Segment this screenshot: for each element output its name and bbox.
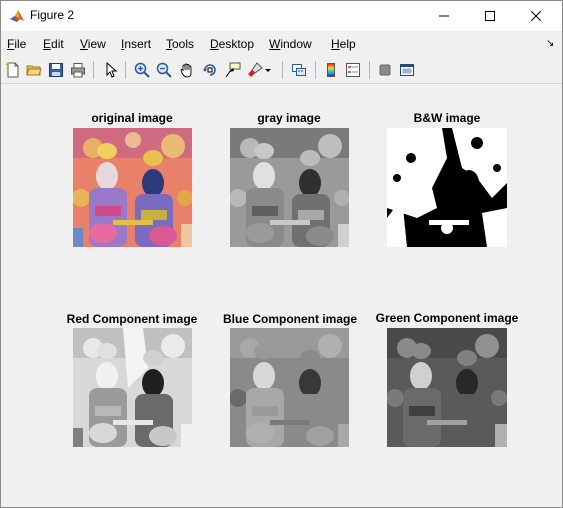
dock-arrow-icon[interactable]: ↘ [546,38,554,49]
blue-component-axes[interactable] [230,328,349,447]
menu-desktop[interactable]: Desktop [210,37,254,51]
menu-tools[interactable]: Tools [166,37,194,51]
bw-image-title: B&W image [413,111,481,125]
zoom-in-icon[interactable] [132,60,152,80]
menu-window[interactable]: Window [269,37,312,51]
blue-component-title: Blue Component image [222,312,357,326]
print-icon[interactable] [68,60,88,80]
open-file-icon[interactable] [24,60,44,80]
zoom-out-icon[interactable] [154,60,174,80]
matlab-logo-icon [9,8,25,24]
menu-bar: File Edit View Insert Tools Desktop Wind… [1,34,562,54]
menu-help[interactable]: Help [331,37,356,51]
original-image-title: original image [91,111,173,125]
menu-insert[interactable]: Insert [121,37,151,51]
maximize-button[interactable] [467,1,513,31]
save-icon[interactable] [46,60,66,80]
new-figure-icon[interactable] [3,60,23,80]
pan-hand-icon[interactable] [177,60,197,80]
close-button[interactable] [513,1,559,31]
menu-view[interactable]: View [80,37,106,51]
green-component-axes[interactable] [387,328,507,447]
window-title: Figure 2 [30,8,75,22]
hide-plot-tools-icon[interactable] [375,60,395,80]
brush-icon[interactable] [245,60,265,80]
gray-image-axes[interactable] [230,128,349,247]
minimize-button[interactable] [421,1,467,31]
green-component-title: Green Component image [375,311,519,325]
link-plot-icon[interactable] [289,60,309,80]
menu-edit[interactable]: Edit [43,37,64,51]
show-plot-tools-icon[interactable] [397,60,417,80]
menu-file[interactable]: File [7,37,26,51]
gray-image-title: gray image [257,111,321,125]
pointer-icon[interactable] [101,60,121,80]
figure-window: Figure 2 File Edit View Insert Tools Des… [0,0,563,508]
rotate-3d-icon[interactable] [200,60,220,80]
brush-dropdown-icon[interactable] [263,60,273,80]
bw-image-axes[interactable] [387,128,507,247]
red-component-axes[interactable] [73,328,192,447]
red-component-title: Red Component image [66,312,198,326]
title-bar[interactable]: Figure 2 [1,1,562,31]
colorbar-icon[interactable] [321,60,341,80]
legend-icon[interactable] [343,60,363,80]
figure-toolbar [1,56,562,84]
data-cursor-icon[interactable] [223,60,243,80]
original-image-axes[interactable] [73,128,192,247]
